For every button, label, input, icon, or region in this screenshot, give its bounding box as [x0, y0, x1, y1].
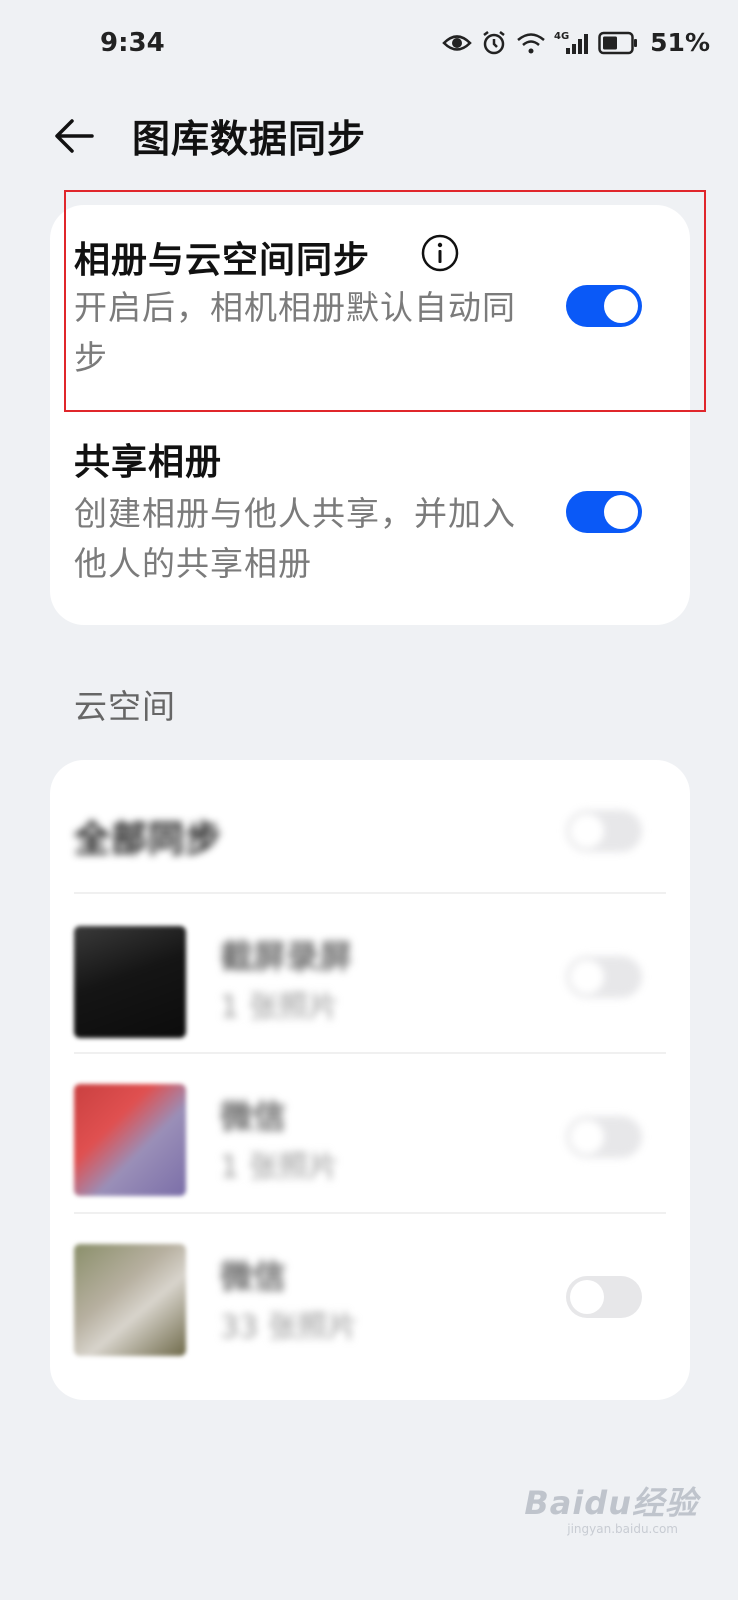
sync-settings-card: 相册与云空间同步 开启后，相机相册默认自动同步 共享相册 创建相册与他人共享，并…: [50, 205, 690, 625]
toggle-knob: [570, 1120, 604, 1154]
album-name: 截屏录屏: [220, 937, 352, 976]
album-name: 微信: [220, 1257, 286, 1296]
toggle-knob: [604, 495, 638, 529]
header: 图库数据同步: [0, 100, 738, 170]
shared-album-title: 共享相册: [74, 442, 223, 483]
album-cloud-sync-title: 相册与云空间同步: [74, 240, 371, 281]
sync-all-label: 全部同步: [74, 819, 223, 860]
album-photo-count: 1 张照片: [220, 1150, 339, 1185]
album-thumbnail[interactable]: [74, 1084, 186, 1196]
divider: [74, 1212, 666, 1214]
album-cloud-sync-description: 开启后，相机相册默认自动同步: [74, 288, 516, 377]
shared-album-toggle[interactable]: [566, 491, 642, 533]
baidu-watermark: Baidu经验: [524, 1484, 698, 1522]
status-bar: 9:34 4G 51%: [0, 0, 738, 92]
album-photo-count: 1 张照片: [220, 990, 339, 1025]
cloud-albums-card: 全部同步 截屏录屏 1 张照片 微信 1 张照片 微信 33 张照片: [50, 760, 690, 1400]
baidu-watermark-url: jingyan.baidu.com: [567, 1522, 678, 1536]
album-thumbnail[interactable]: [74, 1244, 186, 1356]
page-title: 图库数据同步: [132, 117, 367, 161]
divider: [74, 1052, 666, 1054]
status-icons: 4G 51%: [442, 28, 710, 57]
album-cloud-sync-toggle[interactable]: [566, 285, 642, 327]
battery-icon: [598, 31, 638, 54]
album-photo-count: 33 张照片: [220, 1310, 358, 1345]
shared-album-description: 创建相册与他人共享，并加入他人的共享相册: [74, 494, 516, 583]
toggle-knob: [570, 1280, 604, 1314]
eye-icon: [442, 34, 472, 51]
cloud-section-label: 云空间: [74, 687, 176, 726]
svg-text:4G: 4G: [554, 31, 569, 42]
toggle-knob: [570, 960, 604, 994]
album-sync-toggle[interactable]: [566, 956, 642, 998]
status-time: 9:34: [100, 28, 165, 58]
alarm-icon: [483, 30, 505, 54]
cellular-signal-icon: 4G: [554, 31, 589, 54]
toggle-knob: [604, 289, 638, 323]
album-thumbnail[interactable]: [74, 926, 186, 1038]
album-name: 微信: [220, 1097, 286, 1136]
album-sync-toggle[interactable]: [566, 1116, 642, 1158]
back-arrow-icon[interactable]: [50, 112, 98, 160]
battery-percentage: 51%: [650, 28, 710, 57]
sync-all-toggle[interactable]: [566, 810, 642, 852]
wifi-icon: [517, 32, 545, 53]
divider: [74, 892, 666, 894]
album-sync-toggle[interactable]: [566, 1276, 642, 1318]
info-icon[interactable]: [420, 233, 460, 273]
toggle-knob: [570, 814, 604, 848]
